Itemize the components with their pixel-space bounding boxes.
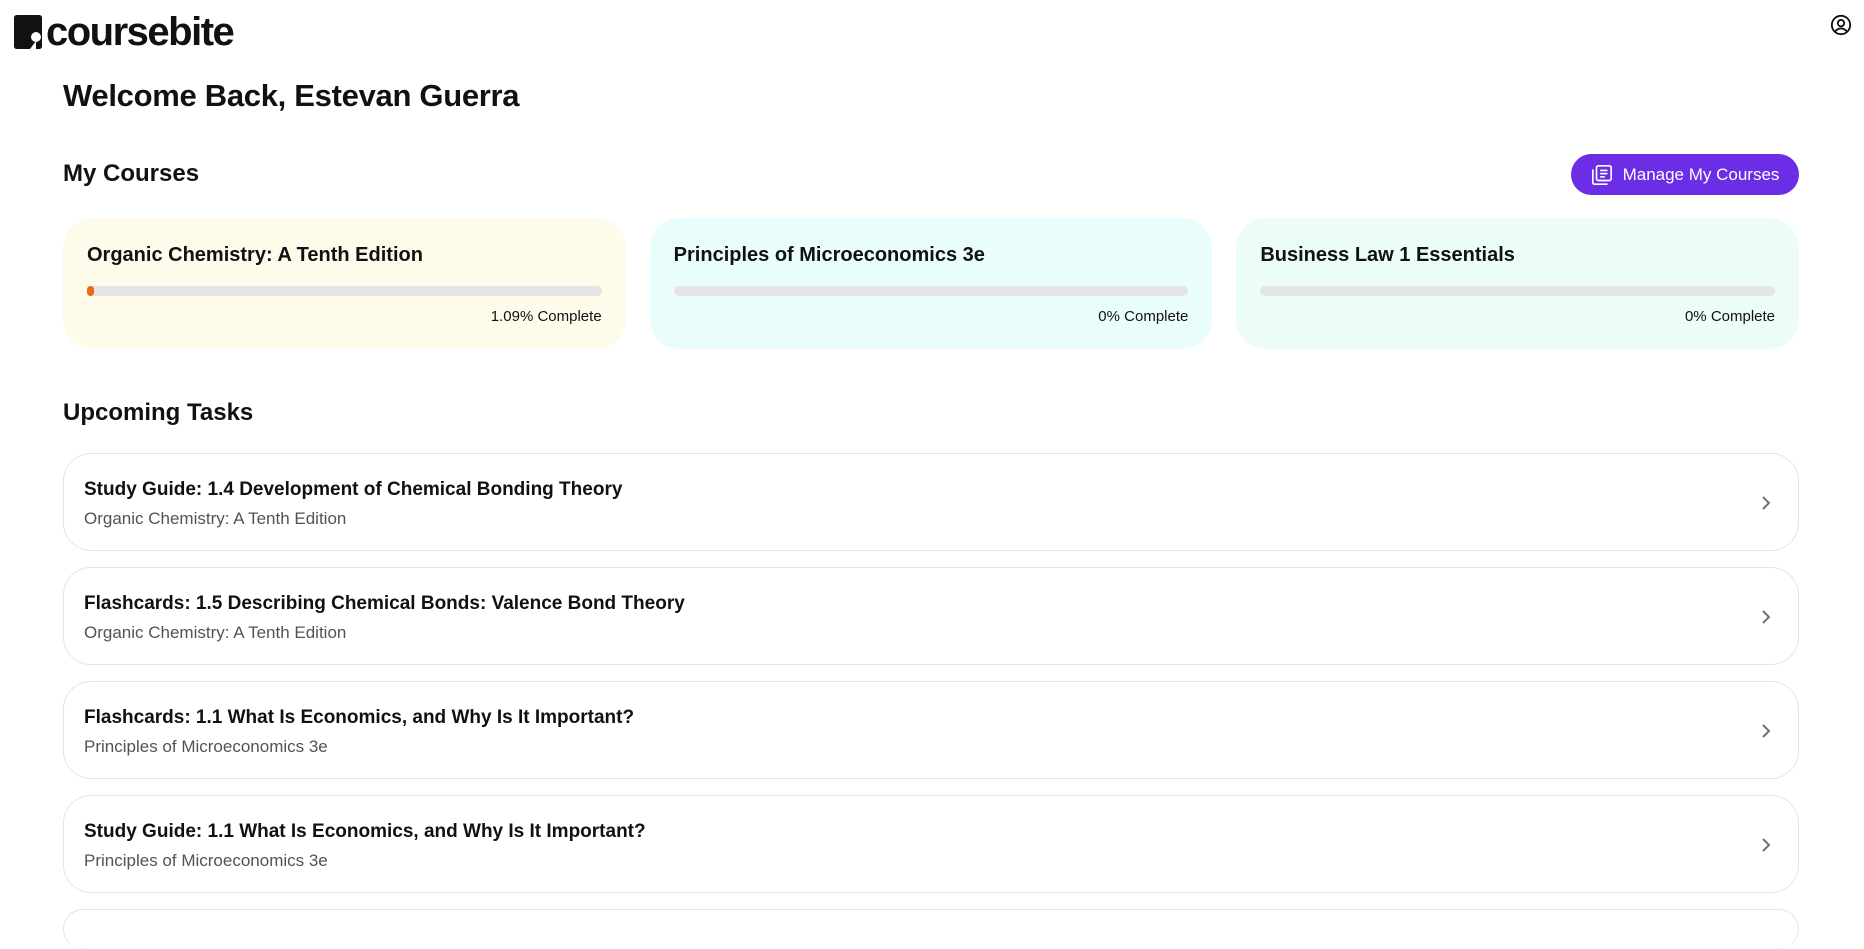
task-item[interactable] <box>63 909 1799 949</box>
top-bar: coursebite <box>0 0 1864 64</box>
course-title: Principles of Microeconomics 3e <box>673 244 985 266</box>
task-course: Principles of Microeconomics 3e <box>84 851 328 870</box>
upcoming-tasks-heading: Upcoming Tasks <box>63 399 254 426</box>
task-title: Study Guide: 1.4 Development of Chemical… <box>84 479 623 500</box>
progress-bar <box>87 286 602 296</box>
user-circle-icon[interactable] <box>1830 14 1852 36</box>
course-title: Business Law 1 Essentials <box>1260 244 1515 266</box>
course-card[interactable]: Organic Chemistry: A Tenth Edition 1.09%… <box>63 218 626 349</box>
library-icon <box>1591 164 1612 185</box>
task-course: Organic Chemistry: A Tenth Edition <box>84 623 347 642</box>
manage-my-courses-label: Manage My Courses <box>1622 164 1780 184</box>
course-card[interactable]: Business Law 1 Essentials 0% Complete <box>1236 218 1800 349</box>
task-title: Flashcards: 1.5 Describing Chemical Bond… <box>84 593 685 614</box>
brand-name: coursebite <box>46 10 235 54</box>
course-title: Organic Chemistry: A Tenth Edition <box>87 244 423 266</box>
book-icon <box>14 15 42 49</box>
manage-my-courses-button[interactable]: Manage My Courses <box>1571 154 1799 195</box>
chevron-right-icon <box>1762 610 1771 624</box>
task-item[interactable]: Flashcards: 1.5 Describing Chemical Bond… <box>63 567 1799 665</box>
brand-logo[interactable]: coursebite <box>14 10 235 54</box>
task-course: Principles of Microeconomics 3e <box>84 737 328 756</box>
progress-fill <box>87 286 94 296</box>
chevron-right-icon <box>1762 496 1771 510</box>
task-item[interactable]: Study Guide: 1.1 What Is Economics, and … <box>63 795 1799 893</box>
task-list: Study Guide: 1.4 Development of Chemical… <box>63 453 1799 949</box>
task-title: Flashcards: 1.1 What Is Economics, and W… <box>84 707 635 728</box>
page-title: Welcome Back, Estevan Guerra <box>63 78 520 113</box>
task-item[interactable]: Flashcards: 1.1 What Is Economics, and W… <box>63 681 1799 779</box>
my-courses-heading: My Courses <box>63 160 200 187</box>
course-card[interactable]: Principles of Microeconomics 3e 0% Compl… <box>649 218 1213 349</box>
progress-label: 0% Complete <box>1098 308 1189 325</box>
progress-label: 0% Complete <box>1684 308 1776 325</box>
course-cards: Organic Chemistry: A Tenth Edition 1.09%… <box>63 218 1800 349</box>
chevron-right-icon <box>1762 724 1771 738</box>
task-title: Study Guide: 1.1 What Is Economics, and … <box>84 821 646 842</box>
task-course: Organic Chemistry: A Tenth Edition <box>84 509 347 528</box>
chevron-right-icon <box>1762 838 1771 852</box>
task-item[interactable]: Study Guide: 1.4 Development of Chemical… <box>63 453 1799 551</box>
progress-label: 1.09% Complete <box>490 308 602 325</box>
progress-bar <box>673 286 1189 296</box>
progress-bar <box>1260 286 1776 296</box>
